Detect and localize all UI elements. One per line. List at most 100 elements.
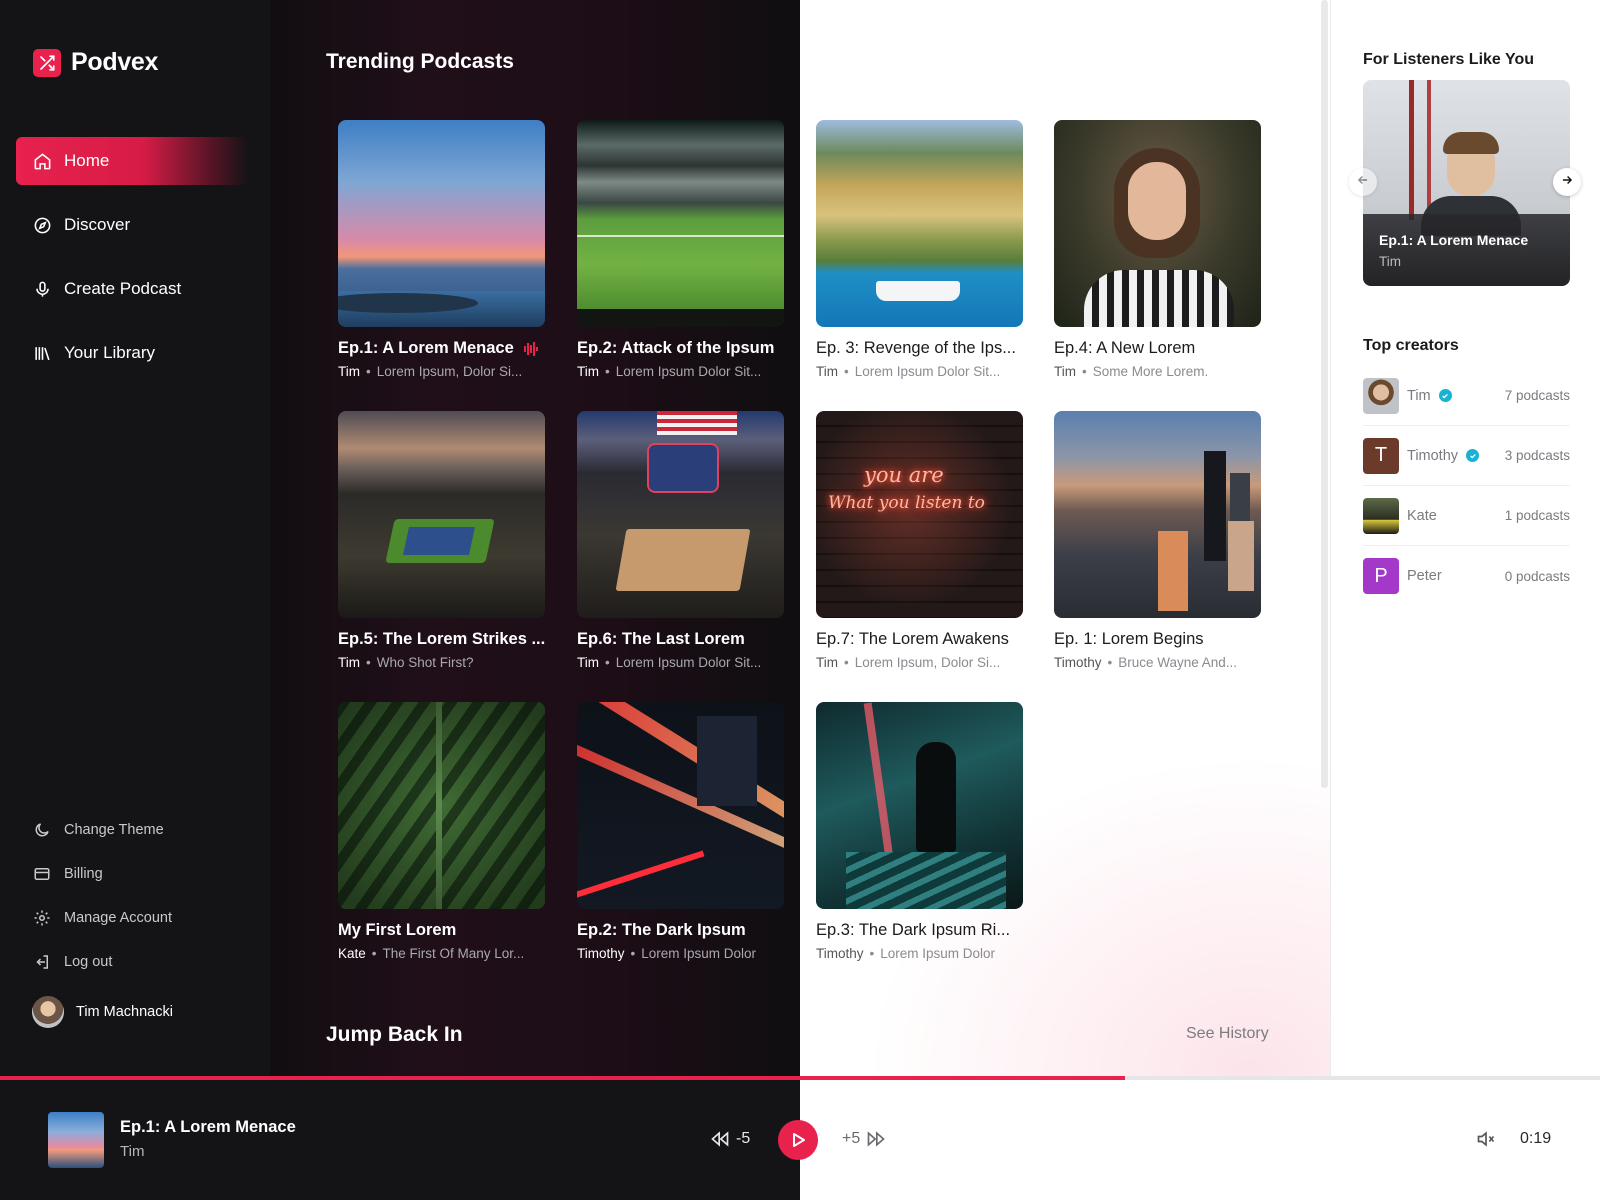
arrow-right-icon xyxy=(1560,173,1574,192)
creator-podcast-count: 7 podcasts xyxy=(1504,388,1570,403)
card-artwork xyxy=(338,702,545,909)
avatar xyxy=(32,996,64,1028)
trending-title: Trending Podcasts xyxy=(326,50,514,73)
compass-icon xyxy=(32,215,52,235)
avatar xyxy=(1363,377,1399,414)
see-history-link[interactable]: See History xyxy=(1186,1025,1269,1043)
nav-home-label: Home xyxy=(64,151,110,170)
card-author: Tim xyxy=(338,655,360,670)
carousel-next-button[interactable] xyxy=(1553,168,1581,196)
arrow-left-icon xyxy=(1356,173,1370,192)
nav-create-podcast[interactable]: Create Podcast xyxy=(16,265,248,313)
creator-row[interactable]: Kate 1 podcasts xyxy=(1363,486,1570,546)
gear-icon xyxy=(32,908,52,928)
card-description: Lorem Ipsum Dolor Sit... xyxy=(615,655,762,670)
change-theme-button[interactable]: Change Theme xyxy=(32,820,164,840)
podcast-card[interactable]: you are What you listen to Ep.7: The Lor… xyxy=(816,411,1023,670)
play-button[interactable] xyxy=(778,1120,818,1160)
card-author: Kate xyxy=(338,946,366,961)
equalizer-icon xyxy=(523,341,538,356)
top-creators-title: Top creators xyxy=(1363,337,1459,354)
card-author: Timothy xyxy=(816,946,864,961)
card-author: Tim xyxy=(816,364,838,379)
creator-name: Peter xyxy=(1407,568,1442,584)
card-description: Lorem Ipsum Dolor xyxy=(880,946,996,961)
card-description: Some More Lorem. xyxy=(1092,364,1209,379)
avatar: T xyxy=(1363,437,1399,474)
card-artwork xyxy=(1054,411,1261,618)
card-title: Ep.6: The Last Lorem xyxy=(577,630,745,648)
card-title: Ep. 1: Lorem Begins xyxy=(1054,630,1204,648)
card-description: Lorem Ipsum Dolor xyxy=(641,946,757,961)
forward-button[interactable]: +5 xyxy=(842,1130,886,1148)
app-name: Podvex xyxy=(71,48,159,76)
nav-home[interactable]: Home xyxy=(16,137,248,185)
player-bar xyxy=(0,1080,800,1200)
card-title: My First Lorem xyxy=(338,921,457,939)
billing-button[interactable]: Billing xyxy=(32,864,103,884)
card-title: Ep.2: The Dark Ipsum xyxy=(577,921,746,939)
sidebar: Podvex Home Discover Create Podcast Your… xyxy=(0,0,270,1076)
home-icon xyxy=(32,151,52,171)
nav-discover[interactable]: Discover xyxy=(16,201,248,249)
avatar-initial: T xyxy=(1374,444,1388,466)
podcast-card[interactable]: Ep. 3: Revenge of the Ips... Tim • Lorem I… xyxy=(816,120,1023,379)
rewind-button[interactable]: -5 xyxy=(710,1130,750,1148)
for-you-title: For Listeners Like You xyxy=(1363,51,1535,68)
app-logo[interactable]: Podvex xyxy=(33,48,158,77)
carousel-prev-button[interactable] xyxy=(1349,168,1377,196)
microphone-icon xyxy=(32,279,52,299)
podcast-card[interactable]: Ep.2: Attack of the Ipsum Tim • Lorem Ipsu… xyxy=(577,120,784,379)
card-description: The First Of Many Lor... xyxy=(382,946,525,961)
podcast-card[interactable]: My First Lorem Kate • The First Of Many Lo… xyxy=(338,702,545,961)
forward-label: +5 xyxy=(842,1130,861,1147)
podcast-card[interactable]: Ep.1: A Lorem Menace Tim • Lorem Ipsum, Do… xyxy=(338,120,545,379)
card-title: Ep.2: Attack of the Ipsum xyxy=(577,339,775,357)
podcast-card[interactable]: Ep. 1: Lorem Begins Timothy • Bruce Wayne … xyxy=(1054,411,1261,670)
creator-podcast-count: 1 podcasts xyxy=(1504,508,1570,523)
nav-your-library[interactable]: Your Library xyxy=(16,329,248,377)
card-title: Ep.4: A New Lorem xyxy=(1054,339,1196,357)
podcast-card[interactable]: Ep.6: The Last Lorem Tim • Lorem Ipsum Dol… xyxy=(577,411,784,670)
creator-podcast-count: 0 podcasts xyxy=(1504,568,1570,584)
card-author: Tim xyxy=(816,655,838,670)
featured-episode-card[interactable]: Ep.1: A Lorem Menace Tim xyxy=(1363,80,1570,286)
moon-icon xyxy=(32,820,52,840)
card-artwork xyxy=(338,120,545,327)
featured-author: Tim xyxy=(1379,254,1401,269)
change-theme-label: Change Theme xyxy=(64,822,164,838)
card-title: Ep.1: A Lorem Menace xyxy=(338,339,514,357)
card-author: Timothy xyxy=(577,946,625,961)
neon-line-2: What you listen to xyxy=(828,493,985,513)
card-author: Tim xyxy=(1054,364,1076,379)
mute-button[interactable] xyxy=(1476,1130,1496,1153)
podcast-card[interactable]: Ep.5: The Lorem Strikes ... Tim • Who Shot… xyxy=(338,411,545,670)
card-description: Lorem Ipsum Dolor Sit... xyxy=(615,364,762,379)
verified-icon xyxy=(1438,389,1452,402)
jump-back-title: Jump Back In xyxy=(326,1023,463,1046)
now-playing-author: Tim xyxy=(120,1143,145,1160)
rewind-label: -5 xyxy=(736,1130,751,1147)
logout-button[interactable]: Log out xyxy=(32,952,112,972)
creator-row[interactable]: Tim 7 podcasts xyxy=(1363,366,1570,426)
creator-name: Timothy xyxy=(1407,447,1459,464)
card-artwork xyxy=(816,702,1023,909)
creator-row[interactable]: P Peter 0 podcasts xyxy=(1363,546,1570,606)
logout-label: Log out xyxy=(64,954,113,970)
card-artwork: you are What you listen to xyxy=(816,411,1023,618)
avatar-initial: P xyxy=(1374,564,1388,587)
nav-your-library-label: Your Library xyxy=(64,343,156,362)
podcast-card[interactable]: Ep.2: The Dark Ipsum Timothy • Lorem Ipsum… xyxy=(577,702,784,961)
card-author: Timothy xyxy=(1054,655,1102,670)
fast-forward-icon xyxy=(866,1131,886,1147)
podcast-card[interactable]: Ep.4: A New Lorem Tim • Some More Lorem. xyxy=(1054,120,1261,379)
creator-row[interactable]: T Timothy 3 podcasts xyxy=(1363,426,1570,486)
podcast-card[interactable]: Ep.3: The Dark Ipsum Ri... Timothy • Lorem… xyxy=(816,702,1023,961)
user-profile[interactable]: Tim Machnacki xyxy=(32,996,173,1028)
manage-account-button[interactable]: Manage Account xyxy=(32,908,172,928)
card-artwork xyxy=(1054,120,1261,327)
scrollbar[interactable] xyxy=(1321,0,1328,788)
card-description: Lorem Ipsum Dolor Sit... xyxy=(854,364,1001,379)
shuffle-icon xyxy=(33,48,61,77)
creator-name: Tim xyxy=(1407,387,1431,404)
